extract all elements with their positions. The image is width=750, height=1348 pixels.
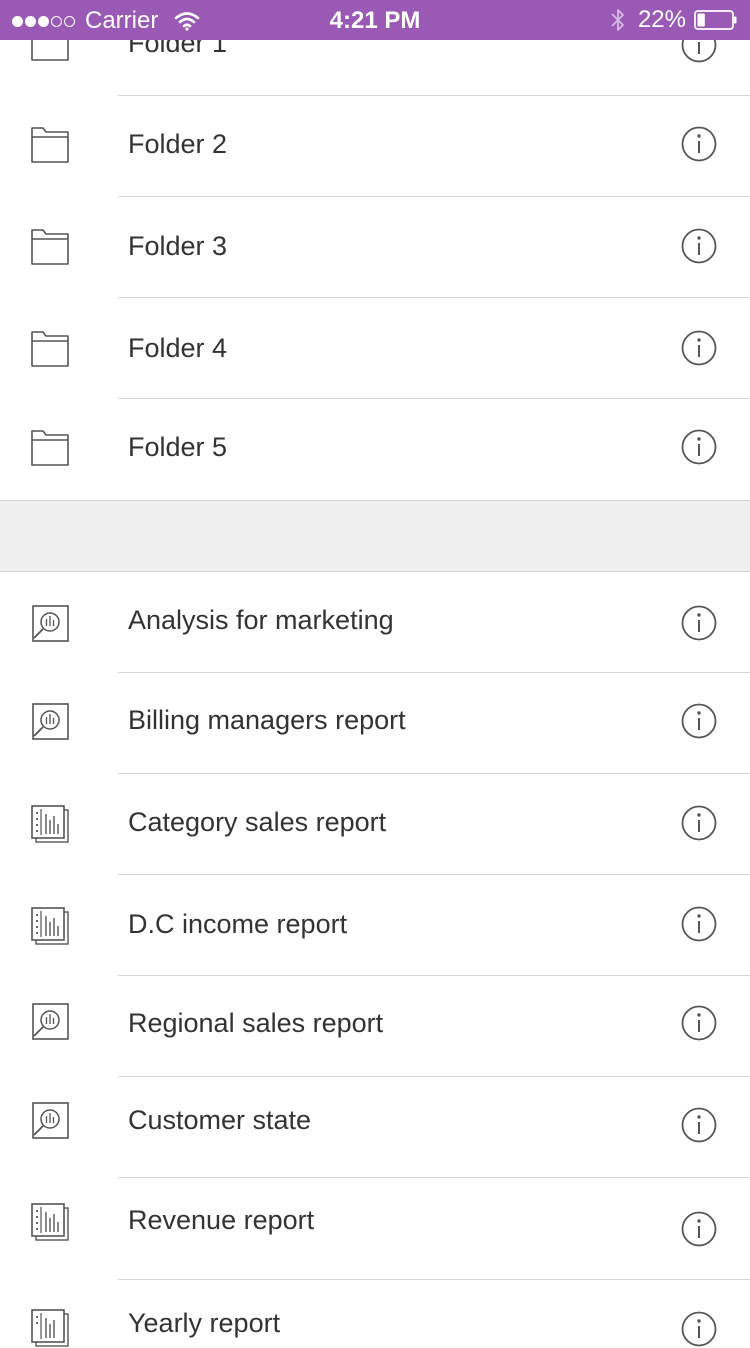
list-item-label: Regional sales report [128, 1008, 384, 1038]
list-item-folder-4[interactable]: Folder 4 [0, 298, 750, 399]
list-item-label: Folder 4 [128, 333, 228, 363]
folder-icon [31, 229, 69, 265]
list-item-report-6[interactable]: Customer state [0, 1077, 750, 1178]
list-item-report-7[interactable]: Revenue report [0, 1178, 750, 1280]
list-item-label: Yearly report [128, 1308, 281, 1338]
list-item-label: Analysis for marketing [128, 605, 394, 635]
info-icon[interactable] [681, 1311, 717, 1347]
list-item-report-8[interactable]: Yearly report [0, 1278, 750, 1347]
list-item-label: Folder 2 [128, 129, 228, 159]
info-icon[interactable] [681, 703, 717, 739]
info-icon[interactable] [681, 126, 717, 162]
folder-icon [31, 331, 69, 367]
info-icon[interactable] [681, 1005, 717, 1041]
list-item-label: Billing managers report [128, 705, 406, 735]
info-icon[interactable] [681, 1107, 717, 1143]
list-item-report-4[interactable]: D.C income report [0, 875, 750, 976]
folder-icon [31, 430, 69, 466]
bluetooth-icon [611, 9, 624, 31]
report-icon [31, 907, 69, 945]
list-item-label: Folder 3 [128, 231, 228, 261]
list-item-report-5[interactable]: Regional sales report [0, 976, 750, 1077]
list-item-label: Folder 5 [128, 432, 228, 462]
status-right: 22% [608, 6, 738, 34]
analysis-icon [32, 1102, 69, 1139]
list-item-report-2[interactable]: Billing managers report [0, 673, 750, 774]
battery-icon [694, 10, 737, 30]
section-divider [0, 500, 750, 572]
info-icon[interactable] [681, 330, 717, 366]
info-icon[interactable] [681, 429, 717, 465]
analysis-icon [32, 1003, 69, 1040]
list-item-folder-3[interactable]: Folder 3 [0, 197, 750, 298]
info-icon[interactable] [681, 1211, 717, 1247]
list-item-report-3[interactable]: Category sales report [0, 774, 750, 875]
list-item-folder-5[interactable]: Folder 5 [0, 399, 750, 500]
list-item-report-1[interactable]: Analysis for marketing [0, 572, 750, 673]
report-icon [31, 1203, 69, 1241]
status-bar: Carrier 4:21 PM 22% [0, 0, 750, 40]
info-icon[interactable] [681, 605, 717, 641]
analysis-icon [32, 605, 69, 642]
analysis-icon [32, 703, 69, 740]
info-icon[interactable] [681, 228, 717, 264]
list-item-folder-2[interactable]: Folder 2 [0, 96, 750, 197]
battery-percentage: 22% [637, 6, 686, 33]
report-icon [31, 805, 69, 843]
info-icon[interactable] [681, 906, 717, 942]
list-item-label: D.C income report [128, 909, 348, 939]
list-item-label: Revenue report [128, 1205, 315, 1235]
info-icon[interactable] [681, 805, 717, 841]
folder-icon [31, 127, 69, 163]
list-item-label: Category sales report [128, 807, 387, 837]
list-item-label: Customer state [128, 1105, 312, 1135]
report-icon [31, 1309, 69, 1347]
